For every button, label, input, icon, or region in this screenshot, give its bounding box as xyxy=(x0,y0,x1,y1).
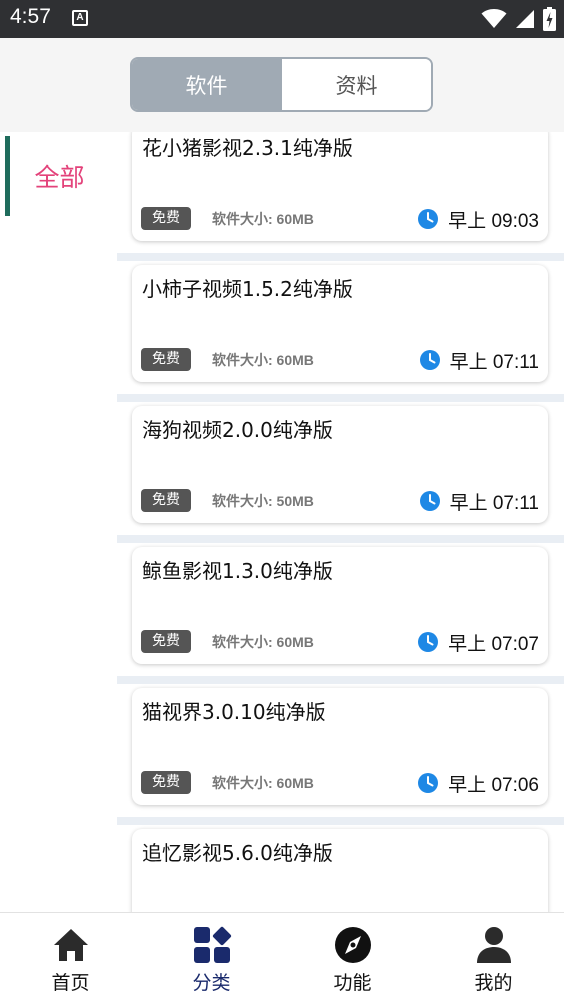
software-card[interactable]: 猫视界3.0.10纯净版 免费 软件大小: 60MB 早上 07:06 xyxy=(132,688,548,805)
nav-features[interactable]: 功能 xyxy=(282,913,423,1002)
software-title: 鲸鱼影视1.3.0纯净版 xyxy=(142,559,333,583)
status-icons xyxy=(481,6,556,32)
software-size: 软件大小: 60MB xyxy=(212,634,314,650)
update-time: 早上 07:11 xyxy=(419,489,539,514)
nav-profile-label: 我的 xyxy=(474,972,513,994)
status-bar: 4:57 A xyxy=(0,0,564,38)
time-label: 早上 09:03 xyxy=(448,210,539,232)
nav-category-label: 分类 xyxy=(192,972,231,994)
nav-home-label: 首页 xyxy=(51,972,90,994)
clock-icon xyxy=(418,632,439,652)
software-size: 软件大小: 60MB xyxy=(212,775,314,791)
software-title: 花小猪影视2.3.1纯净版 xyxy=(142,136,353,160)
bottom-nav: 首页 分类 功能 我的 xyxy=(0,912,564,1002)
tab-materials[interactable]: 资料 xyxy=(281,59,431,110)
software-card[interactable]: 小柿子视频1.5.2纯净版 免费 软件大小: 60MB 早上 07:11 xyxy=(132,265,548,382)
software-title: 追忆影视5.6.0纯净版 xyxy=(142,841,333,865)
free-badge: 免费 xyxy=(141,630,191,653)
time-label: 早上 07:11 xyxy=(449,351,539,373)
software-card[interactable]: 海狗视频2.0.0纯净版 免费 软件大小: 50MB 早上 07:11 xyxy=(132,406,548,523)
software-title: 小柿子视频1.5.2纯净版 xyxy=(142,277,353,301)
sidebar-item-all[interactable]: 全部 xyxy=(5,136,117,216)
time-label: 早上 07:11 xyxy=(449,492,539,514)
free-badge: 免费 xyxy=(141,771,191,794)
battery-icon xyxy=(543,7,556,31)
update-time: 早上 07:11 xyxy=(419,348,539,373)
header: 软件 资料 xyxy=(0,38,564,132)
software-card[interactable]: 鲸鱼影视1.3.0纯净版 免费 软件大小: 60MB 早上 07:07 xyxy=(132,547,548,664)
category-icon xyxy=(193,926,231,963)
app-notification-icon: A xyxy=(72,10,88,26)
category-sidebar: 全部 xyxy=(0,132,117,912)
list-item: 鲸鱼影视1.3.0纯净版 免费 软件大小: 60MB 早上 07:07 xyxy=(117,543,564,676)
software-title: 海狗视频2.0.0纯净版 xyxy=(142,418,333,442)
software-card[interactable]: 花小猪影视2.3.1纯净版 免费 软件大小: 60MB 早上 09:03 xyxy=(132,132,548,241)
tab-software[interactable]: 软件 xyxy=(132,59,281,110)
software-list: 花小猪影视2.3.1纯净版 免费 软件大小: 60MB 早上 09:03 小柿子… xyxy=(117,132,564,912)
status-time: 4:57 xyxy=(10,5,51,28)
segmented-control: 软件 资料 xyxy=(130,57,433,112)
clock-icon xyxy=(419,491,440,511)
wifi-icon xyxy=(481,9,507,28)
update-time: 早上 09:03 xyxy=(418,207,539,232)
software-title: 猫视界3.0.10纯净版 xyxy=(142,700,326,724)
nav-home[interactable]: 首页 xyxy=(0,913,141,1002)
clock-icon xyxy=(419,350,440,370)
software-size: 软件大小: 60MB xyxy=(212,352,314,368)
list-item: 追忆影视5.6.0纯净版 xyxy=(117,825,564,912)
time-label: 早上 07:07 xyxy=(448,633,539,655)
free-badge: 免费 xyxy=(141,348,191,371)
list-item: 花小猪影视2.3.1纯净版 免费 软件大小: 60MB 早上 09:03 xyxy=(117,132,564,253)
list-item: 小柿子视频1.5.2纯净版 免费 软件大小: 60MB 早上 07:11 xyxy=(117,261,564,394)
clock-icon xyxy=(418,209,439,229)
software-card[interactable]: 追忆影视5.6.0纯净版 xyxy=(132,829,548,912)
update-time: 早上 07:06 xyxy=(418,771,539,796)
time-label: 早上 07:06 xyxy=(448,774,539,796)
software-size: 软件大小: 50MB xyxy=(212,493,314,509)
software-size: 软件大小: 60MB xyxy=(212,211,314,227)
list-item: 猫视界3.0.10纯净版 免费 软件大小: 60MB 早上 07:06 xyxy=(117,684,564,817)
list-item: 海狗视频2.0.0纯净版 免费 软件大小: 50MB 早上 07:11 xyxy=(117,402,564,535)
home-icon xyxy=(53,929,88,961)
free-badge: 免费 xyxy=(141,489,191,512)
sidebar-item-label: 全部 xyxy=(34,163,85,192)
nav-profile[interactable]: 我的 xyxy=(423,913,564,1002)
compass-icon xyxy=(334,927,371,963)
clock-icon xyxy=(418,773,439,793)
signal-icon xyxy=(516,10,534,28)
free-badge: 免费 xyxy=(141,207,191,230)
nav-category[interactable]: 分类 xyxy=(141,913,282,1002)
person-icon xyxy=(476,927,511,963)
update-time: 早上 07:07 xyxy=(418,630,539,655)
nav-features-label: 功能 xyxy=(333,972,372,994)
